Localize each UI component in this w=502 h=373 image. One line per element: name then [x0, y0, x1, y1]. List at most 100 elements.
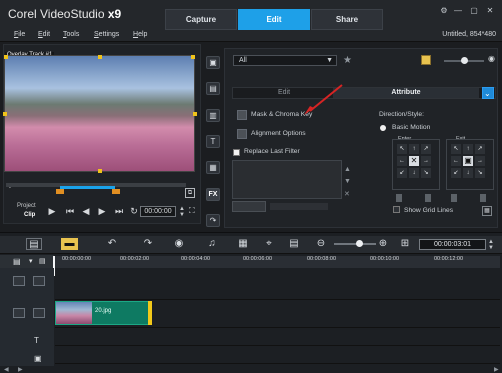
add-library-icon[interactable]: ★	[343, 55, 352, 66]
menu-file[interactable]: File	[14, 31, 25, 38]
voice-track-icon[interactable]: ▣	[34, 354, 42, 363]
exit-center-icon[interactable]: ▣	[463, 156, 473, 166]
video-track-lock-icon[interactable]	[13, 276, 25, 286]
chevron-down-icon[interactable]: ⌄	[484, 89, 491, 98]
library-dropdown[interactable]: All ▼	[233, 55, 337, 66]
end-icon[interactable]: ⏭	[114, 206, 124, 216]
enter-down-icon[interactable]: ↓	[409, 168, 419, 178]
custom-filter-button[interactable]	[232, 201, 266, 212]
project-mode-label[interactable]: Project	[17, 203, 36, 209]
exit-right-icon[interactable]: →	[475, 156, 485, 166]
grid-settings-icon[interactable]: ▦	[482, 206, 492, 216]
timeline-zoom-slider[interactable]	[334, 243, 376, 245]
motion-tracking-icon[interactable]: ⌖	[262, 238, 276, 250]
chapter-icon[interactable]: ▾	[29, 257, 33, 265]
overlay-track-icon[interactable]	[33, 308, 45, 318]
title-icon[interactable]: T	[206, 135, 220, 148]
filter-list[interactable]	[232, 160, 342, 199]
library-thumb-icon[interactable]	[421, 55, 431, 65]
filter-delete-icon[interactable]: ✕	[344, 190, 350, 198]
trim-marker-end[interactable]	[112, 189, 120, 194]
show-grid-checkbox[interactable]	[393, 206, 400, 213]
menu-help[interactable]: Help	[133, 31, 147, 38]
overlay-track-lock-icon[interactable]	[13, 308, 25, 318]
trim-marker-start[interactable]	[56, 189, 64, 194]
exit-speed-icon[interactable]	[451, 194, 457, 202]
timeline-scroll-right-icon[interactable]: ▶	[18, 366, 23, 373]
exit-left-icon[interactable]: ←	[451, 156, 461, 166]
exit-up-right-icon[interactable]: ↗	[475, 144, 485, 154]
fit-project-icon[interactable]: ⊞	[399, 238, 411, 250]
filter-down-icon[interactable]: ▼	[344, 178, 351, 185]
fx-icon[interactable]: FX	[206, 188, 220, 201]
copy-icon[interactable]: ⧉	[185, 188, 195, 198]
basic-motion-radio[interactable]	[380, 125, 386, 131]
exit-down-right-icon[interactable]: ↘	[475, 168, 485, 178]
start-icon[interactable]: ⏮	[65, 206, 75, 216]
enter-up-right-icon[interactable]: ↗	[421, 144, 431, 154]
resize-handle[interactable]	[191, 55, 195, 59]
ripple-icon[interactable]: ▤	[39, 257, 46, 265]
menu-edit[interactable]: Edit	[38, 31, 50, 38]
zoom-out-icon[interactable]: ⊖	[316, 238, 326, 250]
enter-left-icon[interactable]: ←	[397, 156, 407, 166]
restore-icon[interactable]: ▢	[468, 6, 480, 16]
zoom-in-timeline-icon[interactable]: ⊕	[378, 238, 388, 250]
resize-handle[interactable]	[193, 112, 197, 116]
enter-rotate-icon[interactable]	[425, 194, 431, 202]
path-icon[interactable]: ↷	[206, 214, 220, 227]
subtitle-editor-icon[interactable]: ▤	[287, 238, 301, 250]
prev-frame-icon[interactable]: ◀	[81, 206, 91, 216]
custom-filter-label[interactable]	[270, 203, 328, 210]
graphic-icon[interactable]: ▦	[206, 161, 220, 174]
record-capture-icon[interactable]: ◉	[172, 238, 186, 250]
resize-handle[interactable]	[98, 55, 102, 59]
timeline-scroll-left-icon[interactable]: ◀	[4, 366, 9, 373]
tab-capture[interactable]: Capture	[165, 9, 237, 30]
video-track-icon[interactable]	[33, 276, 45, 286]
alignment-options-link[interactable]: Alignment Options	[251, 130, 306, 137]
tab-edit[interactable]: Edit	[238, 9, 310, 30]
enter-right-icon[interactable]: →	[421, 156, 431, 166]
video-preview[interactable]	[4, 55, 195, 172]
replace-filter-checkbox[interactable]	[233, 149, 240, 156]
menu-tools[interactable]: Tools	[63, 31, 79, 38]
enter-up-icon[interactable]: ↑	[409, 144, 419, 154]
filter-up-icon[interactable]: ▲	[344, 166, 351, 173]
app-settings-icon[interactable]: ⚙	[438, 6, 450, 16]
timeline-zoom-thumb[interactable]	[356, 240, 363, 247]
zoom-in-icon[interactable]: ◉	[488, 54, 495, 63]
tab-share[interactable]: Share	[311, 9, 383, 30]
redo-icon[interactable]: ↷	[142, 238, 154, 250]
fullscreen-icon[interactable]: ⛶	[189, 206, 199, 216]
auto-music-icon[interactable]: ▦	[236, 238, 250, 250]
storyboard-view-icon[interactable]: ▤	[26, 238, 42, 250]
preview-timecode[interactable]: 00:00:00	[140, 206, 176, 217]
title-track-icon[interactable]: T	[34, 336, 39, 345]
next-frame-icon[interactable]: ▶	[97, 206, 107, 216]
tab-attribute[interactable]: Attribute	[333, 88, 479, 98]
instant-project-icon[interactable]: ▤	[206, 82, 220, 95]
exit-up-icon[interactable]: ↑	[463, 144, 473, 154]
enter-down-right-icon[interactable]: ↘	[421, 168, 431, 178]
track-manager-icon[interactable]: ▤	[13, 257, 21, 266]
enter-speed-icon[interactable]	[396, 194, 402, 202]
clip-trim-handle[interactable]	[148, 301, 152, 325]
resize-handle[interactable]	[3, 112, 7, 116]
timeline-timecode-stepper[interactable]: ▲ ▼	[488, 239, 494, 251]
undo-icon[interactable]: ↶	[106, 238, 118, 250]
menu-settings[interactable]: Settings	[94, 31, 119, 38]
exit-rotate-icon[interactable]	[480, 194, 486, 202]
play-icon[interactable]: ▶	[47, 206, 57, 216]
media-icon[interactable]: ▣	[206, 56, 220, 69]
resize-handle[interactable]	[98, 169, 102, 173]
enter-down-left-icon[interactable]: ↙	[397, 168, 407, 178]
transition-icon[interactable]: ▥	[206, 109, 220, 122]
repeat-icon[interactable]: ↻	[129, 206, 139, 216]
timeline-timecode[interactable]: 00:00:03:01	[419, 239, 486, 250]
minimize-icon[interactable]: —	[452, 6, 464, 16]
exit-up-left-icon[interactable]: ↖	[451, 144, 461, 154]
exit-down-left-icon[interactable]: ↙	[451, 168, 461, 178]
timecode-stepper[interactable]: ▲ ▼	[179, 206, 187, 218]
zoom-slider-thumb[interactable]	[461, 57, 468, 64]
